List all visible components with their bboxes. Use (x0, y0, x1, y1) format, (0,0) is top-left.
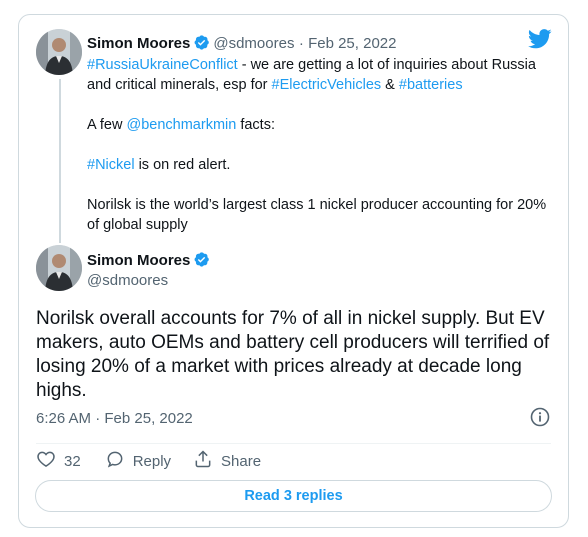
author-name[interactable]: Simon Moores (87, 252, 190, 269)
avatar[interactable] (36, 245, 82, 291)
main-tweet-header: Simon Moores (87, 251, 213, 273)
reply-button[interactable]: Reply (105, 449, 171, 473)
share-button[interactable]: Share (193, 449, 261, 473)
text-segment: facts: (236, 117, 275, 133)
share-label: Share (221, 452, 262, 470)
divider (36, 443, 551, 444)
text-paragraph: A few @benchmarkmin facts: (87, 115, 557, 135)
like-count: 32 (64, 452, 81, 470)
hashtag-link[interactable]: #batteries (399, 77, 463, 93)
verified-badge-icon (193, 34, 210, 56)
reply-label: Reply (132, 452, 172, 470)
parent-tweet-text: #RussiaUkraineConflict - we are getting … (87, 55, 557, 235)
text-segment: A few (87, 117, 127, 133)
heart-icon (36, 449, 64, 473)
thread-connector-line (59, 79, 61, 243)
author-name[interactable]: Simon Moores (87, 35, 190, 52)
tweet-embed-card: Simon Moores @sdmoores · Feb 25, 2022 #Ru… (18, 14, 569, 528)
hashtag-link[interactable]: #RussiaUkraineConflict (87, 57, 238, 73)
text-segment: is on red alert. (134, 157, 231, 173)
hashtag-link[interactable]: #ElectricVehicles (272, 77, 382, 93)
tweet-actions: 32 Reply Share (36, 450, 261, 472)
mention-link[interactable]: @benchmarkmin (127, 117, 237, 133)
main-tweet-text: Norilsk overall accounts for 7% of all i… (36, 308, 550, 401)
tweet-timestamp[interactable]: 6:26 AM · Feb 25, 2022 (36, 410, 193, 427)
verified-badge-icon (193, 251, 210, 273)
twitter-bird-icon[interactable] (528, 29, 552, 54)
text-paragraph: Norilsk is the world’s largest class 1 n… (87, 197, 547, 233)
author-handle[interactable]: @sdmoores (213, 35, 294, 52)
text-paragraph: #RussiaUkraineConflict - we are getting … (87, 55, 557, 95)
hashtag-link[interactable]: #Nickel (87, 157, 135, 173)
read-replies-button[interactable]: Read 3 replies (35, 480, 552, 512)
avatar[interactable] (36, 29, 82, 75)
author-handle[interactable]: @sdmoores (87, 272, 168, 289)
info-icon[interactable] (530, 407, 550, 432)
share-icon (193, 449, 221, 473)
tweet-date[interactable]: · Feb 25, 2022 (299, 35, 397, 52)
speech-bubble-icon (105, 449, 133, 473)
text-paragraph: #Nickel is on red alert. (87, 155, 557, 175)
text-segment: & (381, 77, 399, 93)
parent-tweet-header: Simon Moores @sdmoores · Feb 25, 2022 (87, 34, 396, 56)
like-button[interactable]: 32 (36, 449, 81, 473)
